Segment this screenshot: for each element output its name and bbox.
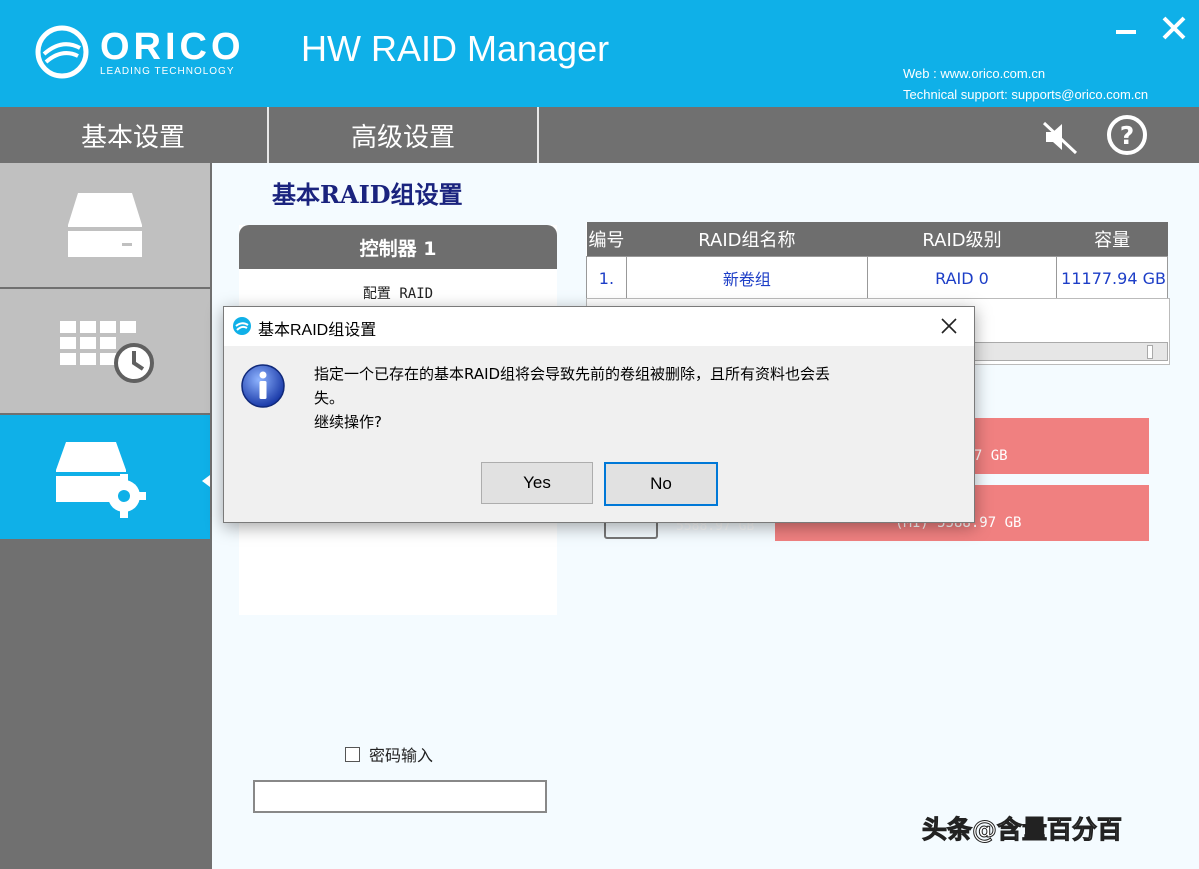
raid-name: 新卷组 — [625, 256, 868, 300]
main-tab-bar: 基本设置 高级设置 ? — [0, 107, 1199, 163]
column-header-name: RAID组名称 — [626, 222, 868, 257]
dialog-message-line: 失。 — [314, 389, 345, 407]
column-header-level: RAID级别 — [867, 222, 1057, 257]
raid-group-table: 编号 RAID组名称 RAID级别 容量 1. 新卷组 RAID 0 11177… — [586, 222, 1168, 300]
close-icon — [1162, 16, 1186, 40]
yes-button[interactable]: Yes — [481, 462, 593, 504]
svg-text:?: ? — [1120, 121, 1135, 150]
scrollbar-thumb[interactable] — [1147, 345, 1153, 359]
web-url: Web : www.orico.com.cn — [903, 66, 1046, 81]
help-icon: ? — [1107, 115, 1147, 155]
controller-title: 控制器 1 — [239, 225, 557, 269]
dialog-message-line: 继续操作? — [314, 413, 382, 431]
close-icon — [941, 318, 957, 334]
dialog-close-button[interactable] — [938, 315, 960, 337]
hard-drive-icon — [68, 193, 142, 257]
dialog-message: 指定一个已存在的基本RAID组将会导致先前的卷组被删除，且所有资料也会丢 失。 … — [314, 362, 954, 434]
app-title: HW RAID Manager — [301, 28, 610, 69]
dialog-title: 基本RAID组设置 — [258, 322, 377, 339]
tab-advanced-settings[interactable]: 高级设置 — [269, 107, 537, 163]
no-button[interactable]: No — [604, 462, 718, 506]
horizontal-scrollbar[interactable] — [972, 342, 1168, 361]
dialog-titlebar: 基本RAID组设置 — [224, 307, 974, 346]
info-icon-wrapper — [240, 363, 286, 413]
brand-tagline: LEADING TECHNOLOGY — [100, 66, 235, 77]
contact-info: Web : www.orico.com.cn Technical support… — [903, 63, 1148, 105]
config-raid-label[interactable]: 配置 RAID — [239, 283, 557, 303]
sidebar-item-raid-settings[interactable] — [0, 415, 210, 539]
app-header: ORICO LEADING TECHNOLOGY HW RAID Manager… — [0, 0, 1199, 107]
raid-number: 1. — [586, 256, 627, 300]
page-title: 基本RAID组设置 — [272, 180, 463, 209]
password-option[interactable]: 密码输入 — [345, 742, 433, 766]
minimize-button[interactable] — [1112, 14, 1140, 42]
raid-level: RAID 0 — [866, 256, 1058, 300]
minimize-icon — [1116, 30, 1136, 34]
password-checkbox[interactable] — [345, 746, 360, 762]
password-label: 密码输入 — [369, 746, 434, 765]
info-icon — [241, 364, 285, 408]
app-logo-icon — [233, 317, 251, 335]
column-header-capacity: 容量 — [1056, 222, 1168, 257]
mute-button[interactable] — [1040, 117, 1080, 157]
sidebar-item-disk[interactable] — [0, 163, 210, 287]
close-window-button[interactable] — [1160, 14, 1188, 42]
column-header-number: 编号 — [586, 222, 627, 257]
sidebar — [0, 163, 212, 869]
confirm-dialog: 基本RAID组设置 指定一个已存在的基本RAID组将会导致先前的卷组被删除，且所… — [223, 306, 975, 523]
table-row[interactable]: 1. 新卷组 RAID 0 11177.94 GB — [586, 256, 1168, 300]
support-email: Technical support: supports@orico.com.cn — [903, 87, 1149, 102]
dialog-message-line: 指定一个已存在的基本RAID组将会导致先前的卷组被删除，且所有资料也会丢 — [314, 365, 831, 383]
speaker-muted-icon — [1042, 121, 1078, 155]
schedule-grid-icon — [60, 321, 154, 383]
tab-divider — [537, 107, 539, 163]
tab-basic-settings[interactable]: 基本设置 — [0, 107, 266, 163]
orico-swirl-icon — [35, 25, 89, 79]
password-input[interactable] — [253, 780, 547, 813]
watermark-text: 头条@含量百分百 — [921, 815, 1123, 845]
brand-name: ORICO — [100, 26, 245, 68]
help-button[interactable]: ? — [1105, 113, 1149, 157]
raid-capacity: 11177.94 GB — [1056, 256, 1168, 300]
active-pointer — [202, 475, 210, 487]
sidebar-item-schedule[interactable] — [0, 289, 210, 413]
drive-settings-icon — [56, 442, 146, 518]
